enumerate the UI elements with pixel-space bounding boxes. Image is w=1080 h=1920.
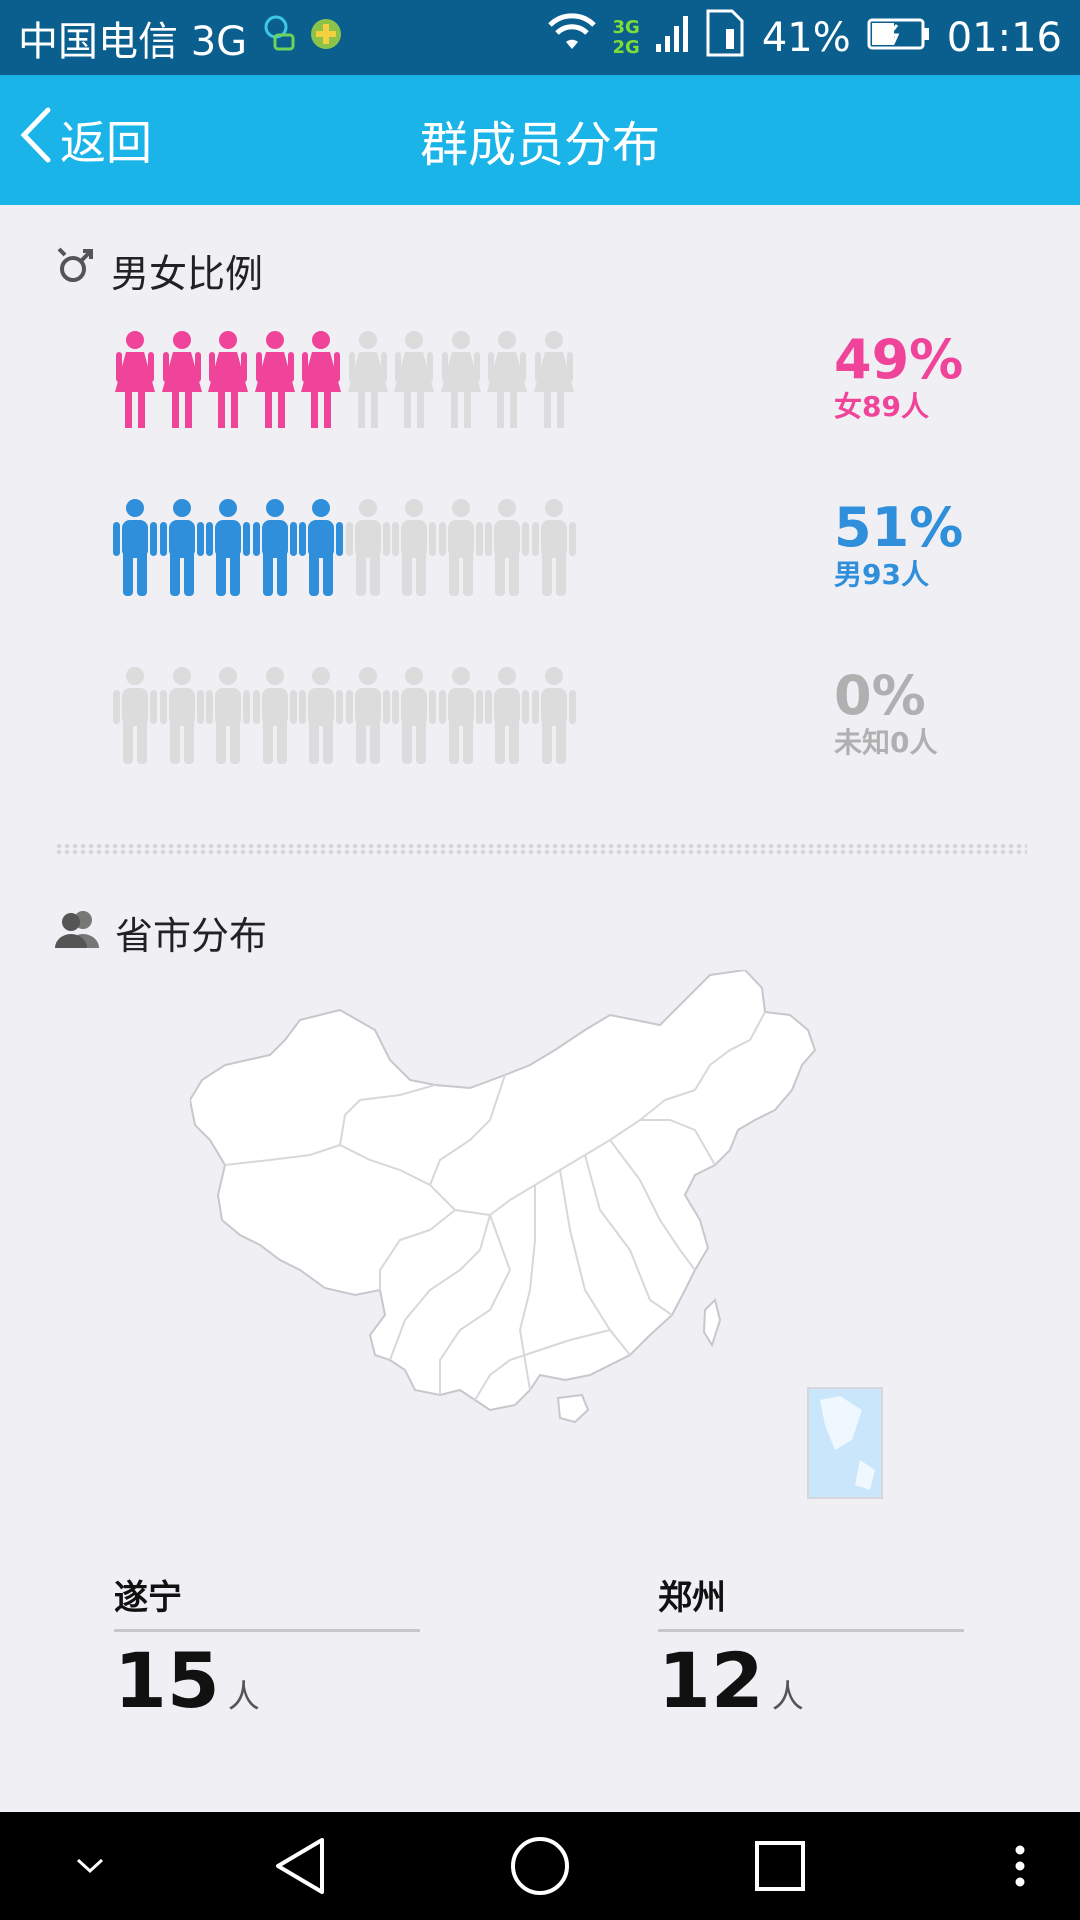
system-navigation-bar xyxy=(0,1812,1080,1920)
back-label: 返回 xyxy=(60,116,152,170)
female-person-icon xyxy=(298,330,345,430)
unknown-icon-row xyxy=(112,666,577,766)
south-china-sea-inset xyxy=(807,1387,883,1499)
male-person-icon xyxy=(205,498,252,598)
male-person-icon xyxy=(531,666,578,766)
network-type-badge: 3G 2G xyxy=(612,16,640,58)
china-mainland-shape xyxy=(188,968,817,1412)
city-unit: 人 xyxy=(771,1677,804,1715)
city-name: 遂宁 xyxy=(114,1570,420,1632)
app-notification-icon xyxy=(309,15,343,61)
female-stat: 49% 女89人 xyxy=(834,330,963,424)
gender-section-title: 男女比例 xyxy=(111,252,264,296)
signal-icon xyxy=(655,12,690,64)
chevron-left-icon xyxy=(18,106,54,175)
female-person-icon xyxy=(345,330,392,430)
female-person-icon xyxy=(205,330,252,430)
male-person-icon xyxy=(159,666,206,766)
male-count: 男93人 xyxy=(834,558,929,591)
female-person-icon xyxy=(484,330,531,430)
recents-nav-button[interactable] xyxy=(730,1812,830,1920)
male-person-icon xyxy=(252,666,299,766)
male-person-icon xyxy=(205,666,252,766)
male-person-icon xyxy=(345,666,392,766)
square-recents-icon xyxy=(755,1841,805,1891)
hainan-shape xyxy=(556,1393,590,1424)
wifi-icon xyxy=(547,12,597,63)
network-3g-label: 3G xyxy=(612,16,640,38)
female-person-icon xyxy=(438,330,485,430)
male-person-icon xyxy=(345,498,392,598)
male-person-icon xyxy=(298,666,345,766)
male-person-icon xyxy=(298,498,345,598)
sim-card-icon xyxy=(706,9,746,67)
female-percent: 49% xyxy=(834,328,964,391)
male-stat: 51% 男93人 xyxy=(834,498,963,592)
more-vertical-icon xyxy=(1015,1845,1025,1887)
male-person-icon xyxy=(159,498,206,598)
gender-section-header: 男女比例 xyxy=(55,243,263,298)
male-icon-row xyxy=(112,498,577,598)
battery-charging-icon xyxy=(867,15,931,61)
city-card-suining: 遂宁 15 人 xyxy=(114,1570,420,1726)
female-icon-row xyxy=(112,330,577,430)
section-divider xyxy=(55,843,1027,855)
triangle-back-icon xyxy=(276,1838,324,1894)
unknown-count: 未知0人 xyxy=(834,726,938,759)
chevron-down-icon xyxy=(76,1858,104,1874)
male-person-icon xyxy=(484,666,531,766)
battery-percent: 41% xyxy=(761,14,851,61)
gender-symbol-icon xyxy=(55,245,95,296)
home-nav-button[interactable] xyxy=(490,1812,590,1920)
group-people-icon xyxy=(55,908,99,957)
title-bar: 返回 群成员分布 xyxy=(0,75,1080,205)
male-person-icon xyxy=(438,498,485,598)
clock: 01:16 xyxy=(946,14,1062,61)
overflow-menu-button[interactable] xyxy=(990,1812,1050,1920)
male-person-icon xyxy=(112,498,159,598)
back-nav-button[interactable] xyxy=(250,1812,350,1920)
region-section-header: 省市分布 xyxy=(55,905,267,960)
taiwan-shape xyxy=(702,1298,722,1348)
male-person-icon xyxy=(391,666,438,766)
male-person-icon xyxy=(438,666,485,766)
status-bar: 中国电信 3G 3G 2G 41% 01:16 xyxy=(0,0,1080,75)
female-person-icon xyxy=(252,330,299,430)
male-person-icon xyxy=(531,498,578,598)
city-name: 郑州 xyxy=(658,1570,964,1632)
city-card-zhengzhou: 郑州 12 人 xyxy=(658,1570,964,1726)
female-count: 女89人 xyxy=(834,390,929,423)
china-map[interactable] xyxy=(188,968,910,1530)
male-percent: 51% xyxy=(834,496,964,559)
city-count: 15 xyxy=(114,1636,220,1725)
male-person-icon xyxy=(112,666,159,766)
page-title: 群成员分布 xyxy=(419,117,660,173)
circle-home-icon xyxy=(511,1837,569,1895)
female-person-icon xyxy=(159,330,206,430)
female-person-icon xyxy=(391,330,438,430)
back-button[interactable]: 返回 xyxy=(18,75,152,205)
content-area[interactable]: 男女比例 49% 女89人 51% 男93人 0% 未知0人 省市分布 遂宁 1… xyxy=(0,205,1080,1812)
city-count: 12 xyxy=(658,1636,764,1725)
male-person-icon xyxy=(252,498,299,598)
network-2g-label: 2G xyxy=(612,36,640,58)
female-person-icon xyxy=(531,330,578,430)
male-person-icon xyxy=(484,498,531,598)
region-section-title: 省市分布 xyxy=(115,914,268,958)
unknown-stat: 0% 未知0人 xyxy=(834,666,937,760)
male-person-icon xyxy=(391,498,438,598)
chat-notification-icon xyxy=(261,13,295,63)
city-unit: 人 xyxy=(227,1677,260,1715)
carrier-label: 中国电信 3G xyxy=(18,18,248,65)
hide-keyboard-button[interactable] xyxy=(60,1812,120,1920)
female-person-icon xyxy=(112,330,159,430)
unknown-percent: 0% xyxy=(834,664,926,727)
